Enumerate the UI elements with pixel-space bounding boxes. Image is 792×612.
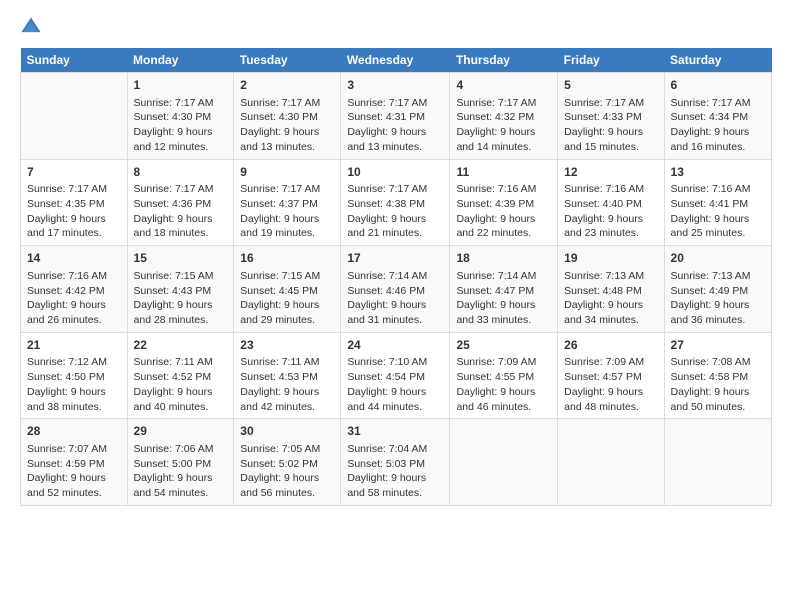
day-number: 6 — [671, 77, 765, 94]
calendar-cell: 1Sunrise: 7:17 AMSunset: 4:30 PMDaylight… — [127, 73, 234, 160]
day-number: 29 — [134, 423, 228, 440]
day-number: 16 — [240, 250, 334, 267]
day-number: 27 — [671, 337, 765, 354]
calendar-cell: 9Sunrise: 7:17 AMSunset: 4:37 PMDaylight… — [234, 159, 341, 246]
calendar-cell: 13Sunrise: 7:16 AMSunset: 4:41 PMDayligh… — [664, 159, 771, 246]
calendar-cell: 22Sunrise: 7:11 AMSunset: 4:52 PMDayligh… — [127, 332, 234, 419]
day-number: 19 — [564, 250, 657, 267]
day-number: 26 — [564, 337, 657, 354]
day-number: 30 — [240, 423, 334, 440]
weekday-header-sunday: Sunday — [21, 48, 128, 73]
day-number: 23 — [240, 337, 334, 354]
day-number: 13 — [671, 164, 765, 181]
calendar-cell: 14Sunrise: 7:16 AMSunset: 4:42 PMDayligh… — [21, 246, 128, 333]
calendar-cell: 16Sunrise: 7:15 AMSunset: 4:45 PMDayligh… — [234, 246, 341, 333]
calendar-cell — [21, 73, 128, 160]
day-number: 2 — [240, 77, 334, 94]
calendar-table: SundayMondayTuesdayWednesdayThursdayFrid… — [20, 48, 772, 506]
calendar-cell: 27Sunrise: 7:08 AMSunset: 4:58 PMDayligh… — [664, 332, 771, 419]
day-number: 25 — [456, 337, 551, 354]
day-number: 31 — [347, 423, 443, 440]
calendar-week-row: 21Sunrise: 7:12 AMSunset: 4:50 PMDayligh… — [21, 332, 772, 419]
calendar-cell: 6Sunrise: 7:17 AMSunset: 4:34 PMDaylight… — [664, 73, 771, 160]
day-number: 3 — [347, 77, 443, 94]
calendar-cell — [450, 419, 558, 506]
day-number: 28 — [27, 423, 121, 440]
day-number: 21 — [27, 337, 121, 354]
calendar-cell — [664, 419, 771, 506]
day-number: 4 — [456, 77, 551, 94]
weekday-header-monday: Monday — [127, 48, 234, 73]
calendar-week-row: 1Sunrise: 7:17 AMSunset: 4:30 PMDaylight… — [21, 73, 772, 160]
day-number: 5 — [564, 77, 657, 94]
calendar-cell: 3Sunrise: 7:17 AMSunset: 4:31 PMDaylight… — [341, 73, 450, 160]
calendar-week-row: 14Sunrise: 7:16 AMSunset: 4:42 PMDayligh… — [21, 246, 772, 333]
calendar-cell: 19Sunrise: 7:13 AMSunset: 4:48 PMDayligh… — [558, 246, 664, 333]
day-number: 9 — [240, 164, 334, 181]
calendar-cell: 18Sunrise: 7:14 AMSunset: 4:47 PMDayligh… — [450, 246, 558, 333]
calendar-cell — [558, 419, 664, 506]
day-number: 7 — [27, 164, 121, 181]
day-number: 14 — [27, 250, 121, 267]
calendar-week-row: 28Sunrise: 7:07 AMSunset: 4:59 PMDayligh… — [21, 419, 772, 506]
calendar-cell: 4Sunrise: 7:17 AMSunset: 4:32 PMDaylight… — [450, 73, 558, 160]
day-number: 20 — [671, 250, 765, 267]
logo-icon — [20, 16, 42, 38]
calendar-cell: 5Sunrise: 7:17 AMSunset: 4:33 PMDaylight… — [558, 73, 664, 160]
day-number: 15 — [134, 250, 228, 267]
day-number: 12 — [564, 164, 657, 181]
day-number: 24 — [347, 337, 443, 354]
weekday-header-saturday: Saturday — [664, 48, 771, 73]
day-number: 8 — [134, 164, 228, 181]
calendar-week-row: 7Sunrise: 7:17 AMSunset: 4:35 PMDaylight… — [21, 159, 772, 246]
calendar-cell: 25Sunrise: 7:09 AMSunset: 4:55 PMDayligh… — [450, 332, 558, 419]
calendar-cell: 29Sunrise: 7:06 AMSunset: 5:00 PMDayligh… — [127, 419, 234, 506]
calendar-cell: 23Sunrise: 7:11 AMSunset: 4:53 PMDayligh… — [234, 332, 341, 419]
day-number: 18 — [456, 250, 551, 267]
page-container: SundayMondayTuesdayWednesdayThursdayFrid… — [0, 0, 792, 516]
calendar-cell: 11Sunrise: 7:16 AMSunset: 4:39 PMDayligh… — [450, 159, 558, 246]
calendar-cell: 31Sunrise: 7:04 AMSunset: 5:03 PMDayligh… — [341, 419, 450, 506]
weekday-header-row: SundayMondayTuesdayWednesdayThursdayFrid… — [21, 48, 772, 73]
calendar-cell: 8Sunrise: 7:17 AMSunset: 4:36 PMDaylight… — [127, 159, 234, 246]
page-header — [20, 16, 772, 38]
calendar-cell: 30Sunrise: 7:05 AMSunset: 5:02 PMDayligh… — [234, 419, 341, 506]
weekday-header-wednesday: Wednesday — [341, 48, 450, 73]
weekday-header-friday: Friday — [558, 48, 664, 73]
calendar-cell: 24Sunrise: 7:10 AMSunset: 4:54 PMDayligh… — [341, 332, 450, 419]
day-number: 1 — [134, 77, 228, 94]
day-number: 22 — [134, 337, 228, 354]
calendar-cell: 10Sunrise: 7:17 AMSunset: 4:38 PMDayligh… — [341, 159, 450, 246]
calendar-cell: 15Sunrise: 7:15 AMSunset: 4:43 PMDayligh… — [127, 246, 234, 333]
calendar-cell: 2Sunrise: 7:17 AMSunset: 4:30 PMDaylight… — [234, 73, 341, 160]
calendar-cell: 7Sunrise: 7:17 AMSunset: 4:35 PMDaylight… — [21, 159, 128, 246]
calendar-cell: 20Sunrise: 7:13 AMSunset: 4:49 PMDayligh… — [664, 246, 771, 333]
weekday-header-tuesday: Tuesday — [234, 48, 341, 73]
calendar-cell: 17Sunrise: 7:14 AMSunset: 4:46 PMDayligh… — [341, 246, 450, 333]
calendar-cell: 21Sunrise: 7:12 AMSunset: 4:50 PMDayligh… — [21, 332, 128, 419]
calendar-cell: 28Sunrise: 7:07 AMSunset: 4:59 PMDayligh… — [21, 419, 128, 506]
calendar-cell: 26Sunrise: 7:09 AMSunset: 4:57 PMDayligh… — [558, 332, 664, 419]
weekday-header-thursday: Thursday — [450, 48, 558, 73]
calendar-cell: 12Sunrise: 7:16 AMSunset: 4:40 PMDayligh… — [558, 159, 664, 246]
day-number: 10 — [347, 164, 443, 181]
day-number: 11 — [456, 164, 551, 181]
day-number: 17 — [347, 250, 443, 267]
logo — [20, 16, 44, 38]
